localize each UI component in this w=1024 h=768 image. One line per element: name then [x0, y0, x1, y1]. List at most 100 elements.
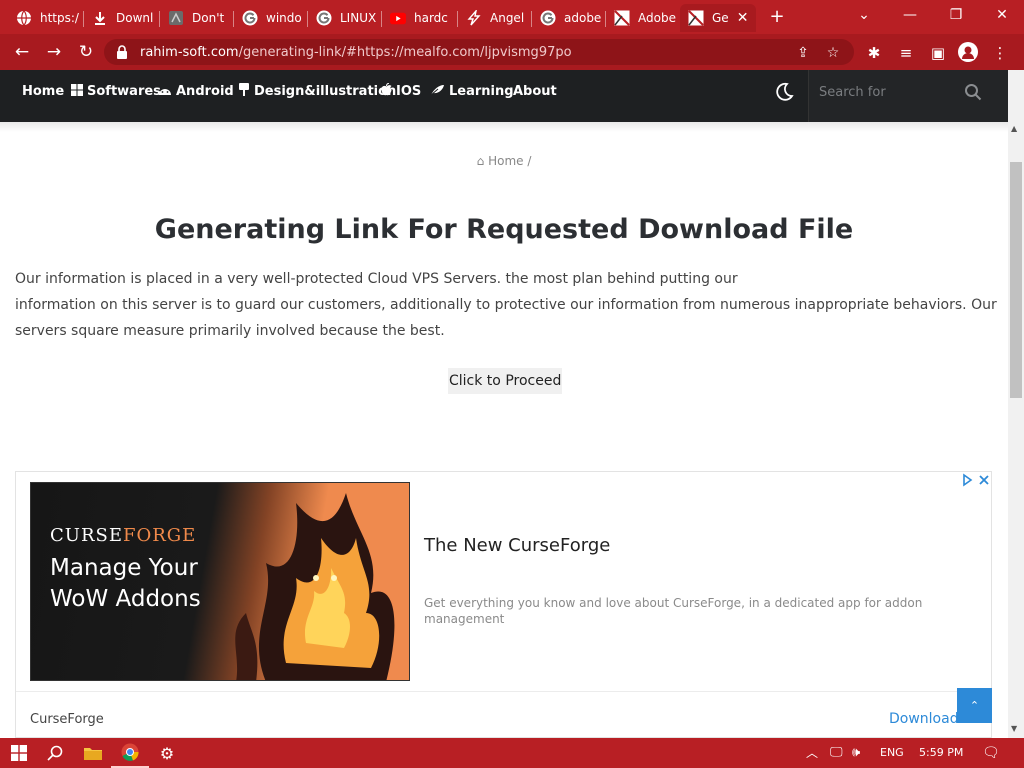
tab-5[interactable]: LINUX: [308, 4, 382, 32]
tab-label: Angel: [490, 11, 525, 25]
site-icon: [688, 10, 704, 26]
back-to-top-button[interactable]: ⌃: [957, 688, 992, 723]
ad-download-link[interactable]: Download: [889, 711, 959, 727]
close-tab-icon[interactable]: ✕: [737, 10, 749, 26]
tab-3[interactable]: Don't: [160, 4, 234, 32]
nav-ios[interactable]: IOS: [381, 70, 421, 114]
forward-button[interactable]: →: [42, 41, 66, 63]
nav-learning[interactable]: Learning: [430, 70, 514, 114]
navbar-shadow: [0, 122, 1008, 132]
nav-label: Softwares: [87, 84, 161, 99]
ad-headline[interactable]: The New CurseForge: [424, 535, 610, 556]
tab-8[interactable]: adobe: [532, 4, 606, 32]
globe-icon: [16, 10, 32, 26]
scroll-up-icon[interactable]: ▲: [1011, 124, 1017, 133]
tab-label: Ge: [712, 11, 729, 25]
scrollbar-thumb[interactable]: [1010, 162, 1022, 398]
brush-icon: [238, 70, 250, 114]
google-icon: [242, 10, 258, 26]
extensions-icon[interactable]: ✱: [864, 43, 884, 63]
url-host: rahim-soft.com: [140, 44, 239, 60]
bookmark-star-icon[interactable]: ☆: [824, 44, 842, 62]
notifications-icon[interactable]: 🗨: [982, 738, 1000, 768]
paragraph-rest: information on this server is to guard o…: [15, 297, 997, 339]
search-input[interactable]: [819, 83, 969, 101]
site-navbar: Home Softwares Android Design&illustrati…: [0, 70, 1008, 122]
apple-icon: [381, 70, 392, 114]
ad-advertiser-name[interactable]: CurseForge: [30, 712, 104, 727]
breadcrumb-home-link[interactable]: Home /: [488, 154, 531, 168]
tab-label: Adobe: [638, 11, 676, 25]
taskbar-search-icon: [47, 745, 63, 761]
menu-kebab-icon[interactable]: ⋮: [990, 43, 1010, 63]
tab-4[interactable]: windo: [234, 4, 308, 32]
tab-active[interactable]: Ge ✕: [680, 4, 756, 32]
youtube-icon: [390, 10, 406, 26]
tab-7[interactable]: Angel: [458, 4, 532, 32]
tab-1[interactable]: https:/: [8, 4, 84, 32]
nav-android[interactable]: Android: [158, 70, 234, 114]
tab-label: Downl: [116, 11, 154, 25]
reload-button[interactable]: ↻: [74, 41, 98, 63]
profile-avatar[interactable]: [958, 42, 978, 62]
url-text: rahim-soft.com/generating-link/#https://…: [140, 45, 572, 60]
side-panel-icon[interactable]: ▣: [928, 43, 948, 63]
file-explorer-button[interactable]: [74, 738, 112, 768]
new-tab-button[interactable]: +: [766, 7, 788, 29]
media-control-icon[interactable]: ≡: [896, 43, 916, 63]
volume-icon[interactable]: 🕪: [852, 738, 860, 768]
settings-taskbar-button[interactable]: ⚙: [148, 738, 186, 768]
nav-label: Design&illustration: [254, 84, 397, 99]
ad-brand-logo: CURSEFORGE: [50, 525, 197, 546]
restore-button[interactable]: ❐: [938, 4, 974, 26]
site-icon: [168, 10, 184, 26]
google-icon: [540, 10, 556, 26]
close-window-button[interactable]: ✕: [984, 4, 1020, 26]
tab-6[interactable]: hardc: [382, 4, 458, 32]
start-button[interactable]: [0, 738, 38, 768]
browser-toolbar: ← → ↻ rahim-soft.com/generating-link/#ht…: [0, 34, 1024, 70]
tray-chevron-icon[interactable]: ︿: [806, 738, 818, 768]
ad-slogan: Manage Your WoW Addons: [50, 555, 201, 612]
share-icon[interactable]: ⇪: [794, 44, 812, 62]
language-indicator[interactable]: ENG: [880, 738, 904, 768]
bolt-icon: [466, 10, 482, 26]
dark-mode-toggle-icon[interactable]: [774, 82, 794, 102]
tab-label: https:/: [40, 11, 79, 25]
ad-image[interactable]: CURSEFORGE Manage Your WoW Addons: [30, 482, 410, 681]
scroll-down-icon[interactable]: ▼: [1011, 724, 1017, 733]
address-bar[interactable]: rahim-soft.com/generating-link/#https://…: [104, 39, 854, 65]
search-icon[interactable]: [964, 83, 982, 101]
tab-2[interactable]: Downl: [84, 4, 160, 32]
breadcrumb: ⌂ Home /: [0, 154, 1008, 168]
back-button[interactable]: ←: [10, 41, 34, 63]
folder-icon: [84, 748, 102, 760]
lock-icon: [117, 45, 127, 59]
clock[interactable]: 5:59 PM: [919, 738, 963, 768]
taskbar: ⚙ ︿ 🖵 🕪 ENG 5:59 PM 🗨: [0, 738, 1024, 768]
search-taskbar-button[interactable]: [36, 738, 74, 768]
ad-description: Get everything you know and love about C…: [424, 596, 923, 626]
adchoices-icon[interactable]: [960, 472, 992, 488]
tab-9[interactable]: Adobe: [606, 4, 680, 32]
minimize-button[interactable]: —: [892, 4, 928, 26]
nav-design[interactable]: Design&illustration: [238, 70, 396, 114]
tab-label: hardc: [414, 11, 448, 25]
proceed-button[interactable]: Click to Proceed: [448, 368, 563, 394]
tab-label: Don't: [192, 11, 225, 25]
nav-label: IOS: [396, 84, 422, 99]
chrome-icon: [121, 743, 139, 761]
nav-home[interactable]: Home: [22, 70, 64, 114]
nav-label: About: [513, 84, 557, 99]
nav-about[interactable]: About: [513, 70, 557, 114]
android-icon: [158, 70, 172, 114]
tab-label: windo: [266, 11, 302, 25]
chrome-taskbar-button[interactable]: [111, 738, 149, 768]
home-icon: ⌂: [476, 154, 485, 168]
network-icon[interactable]: 🖵: [830, 738, 843, 768]
nav-softwares[interactable]: Softwares: [71, 70, 161, 114]
tab-strip: https:/ Downl Don't windo LINUX hardc An…: [0, 0, 1024, 34]
ad-divider: [16, 691, 991, 692]
tab-search-icon[interactable]: ⌄: [846, 4, 882, 26]
site-search: [808, 70, 1008, 122]
